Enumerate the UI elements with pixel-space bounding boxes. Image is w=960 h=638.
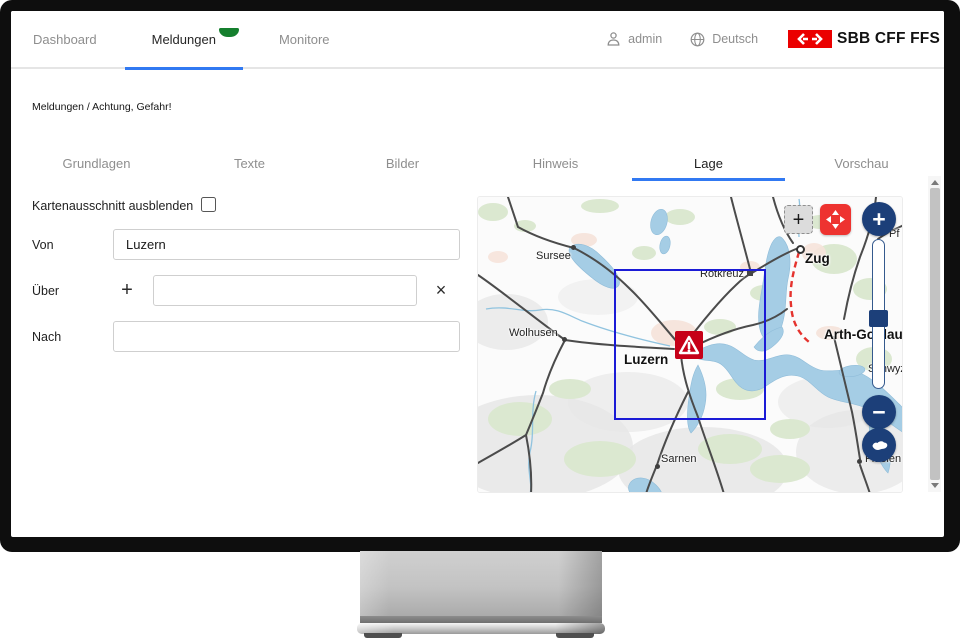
app-header: Dashboard Meldungen Monitore admin xyxy=(11,11,944,69)
draw-extent-button[interactable]: + xyxy=(784,205,813,234)
language-menu[interactable]: Deutsch xyxy=(690,32,758,47)
pan-tool-button[interactable] xyxy=(820,204,851,235)
tab-texte[interactable]: Texte xyxy=(173,140,326,181)
map-station-dot xyxy=(571,245,576,250)
monitor-foot xyxy=(364,633,402,638)
monitor-foot xyxy=(556,633,594,638)
map-canvas[interactable]: SurseeWolhusenRotkreuzZugLuzernArth-Gold… xyxy=(477,196,903,493)
nav-item-meldungen[interactable]: Meldungen xyxy=(125,11,243,68)
map-place-label: Sarnen xyxy=(661,453,696,465)
globe-icon xyxy=(690,32,705,47)
user-menu[interactable]: admin xyxy=(606,31,662,47)
screen: Dashboard Meldungen Monitore admin xyxy=(11,11,944,537)
breadcrumb: Meldungen / Achtung, Gefahr! xyxy=(32,101,172,113)
zoom-in-button[interactable]: + xyxy=(862,202,896,236)
nach-input[interactable] xyxy=(113,321,460,352)
map-station-dot xyxy=(562,337,567,342)
hide-map-checkbox[interactable] xyxy=(201,197,216,212)
notification-badge xyxy=(219,28,239,37)
ueber-input[interactable] xyxy=(153,275,417,306)
monitor-stand-neck xyxy=(360,551,602,616)
ueber-label: Über xyxy=(32,284,59,298)
hide-map-label: Kartenausschnitt ausblenden xyxy=(32,199,193,213)
map-place-label: Sursee xyxy=(536,250,571,262)
nav-item-dashboard[interactable]: Dashboard xyxy=(33,32,97,47)
clear-via-button[interactable]: × xyxy=(431,280,451,300)
monitor-stand-strip xyxy=(360,616,602,623)
zoom-out-button[interactable]: − xyxy=(862,395,896,429)
scroll-down-arrow[interactable] xyxy=(931,483,939,488)
user-icon xyxy=(606,31,621,47)
tab-bilder[interactable]: Bilder xyxy=(326,140,479,181)
pan-arrows-icon xyxy=(825,209,846,230)
add-via-button[interactable]: + xyxy=(117,280,137,300)
header-right: admin Deutsch xyxy=(606,30,940,48)
zoom-slider-handle[interactable] xyxy=(869,310,888,327)
tab-bar: Grundlagen Texte Bilder Hinweis Lage Vor… xyxy=(20,140,938,181)
scrollbar-thumb[interactable] xyxy=(930,188,940,480)
language-label: Deutsch xyxy=(712,32,758,46)
map-station-dot xyxy=(655,464,660,469)
content-scrollbar[interactable] xyxy=(928,176,941,492)
map-place-label: Wolhusen xyxy=(509,327,558,339)
nav-item-monitore[interactable]: Monitore xyxy=(279,32,330,47)
tab-vorschau[interactable]: Vorschau xyxy=(785,140,938,181)
nav-item-label: Meldungen xyxy=(152,32,216,47)
map-place-label: Zug xyxy=(805,251,830,266)
tab-lage[interactable]: Lage xyxy=(632,140,785,181)
nach-label: Nach xyxy=(32,330,61,344)
sbb-flag-icon xyxy=(788,30,832,48)
map-station-dot xyxy=(796,245,805,254)
tab-hinweis[interactable]: Hinweis xyxy=(479,140,632,181)
scroll-up-arrow[interactable] xyxy=(931,180,939,185)
map-station-dot xyxy=(857,459,862,464)
active-nav-underline xyxy=(125,67,243,70)
tab-grundlagen[interactable]: Grundlagen xyxy=(20,140,173,181)
brand-logo: SBB CFF FFS xyxy=(788,30,940,48)
brand-wordmark: SBB CFF FFS xyxy=(837,30,940,48)
user-label: admin xyxy=(628,32,662,46)
switzerland-icon xyxy=(870,439,889,452)
von-input[interactable] xyxy=(113,229,460,260)
switzerland-extent-button[interactable] xyxy=(862,428,896,462)
danger-warning-marker[interactable] xyxy=(675,331,703,359)
von-label: Von xyxy=(32,238,54,252)
map-place-label: Arth-Goldau xyxy=(824,327,903,342)
